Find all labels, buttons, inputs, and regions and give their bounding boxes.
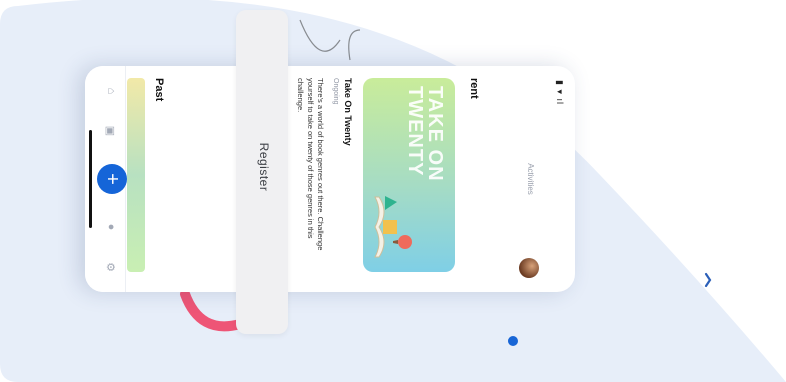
decorative-mark-icon <box>704 272 712 288</box>
pagination-dot[interactable] <box>508 336 518 346</box>
library-icon[interactable]: ▣ <box>104 118 117 144</box>
settings-icon[interactable]: ⚙ <box>104 254 117 280</box>
challenge-art-text: TAKE ON TWENTY <box>404 86 446 182</box>
section-heading: rent <box>468 78 480 99</box>
home-icon[interactable]: ⌂ <box>105 78 117 104</box>
register-label: Register <box>257 142 271 192</box>
book-balloon-illustration-icon <box>374 196 412 258</box>
tab-bar: ⌂ ▣ + ● ⚙ <box>85 66 127 292</box>
past-challenge-card[interactable] <box>127 78 145 272</box>
phone-mockup: ▮ ▾ ıl Activities rent TAKE ON TWENTY Ta… <box>85 66 575 292</box>
tab-activities[interactable]: Activities <box>526 66 535 292</box>
status-icons: ▮ ▾ ıl <box>555 80 565 105</box>
register-button[interactable]: Register <box>236 10 288 334</box>
challenge-banner[interactable]: TAKE ON TWENTY <box>363 78 455 272</box>
home-indicator <box>89 130 92 228</box>
activity-icon[interactable]: ● <box>105 214 117 240</box>
challenge-description: There's a world of book genres out there… <box>295 78 325 251</box>
status-bar: ▮ ▾ ıl <box>545 66 575 292</box>
challenge-status: Ongoing <box>332 78 339 105</box>
challenge-title[interactable]: Take On Twenty <box>343 78 353 146</box>
add-button[interactable]: + <box>97 164 127 194</box>
past-heading: Past <box>153 78 165 102</box>
